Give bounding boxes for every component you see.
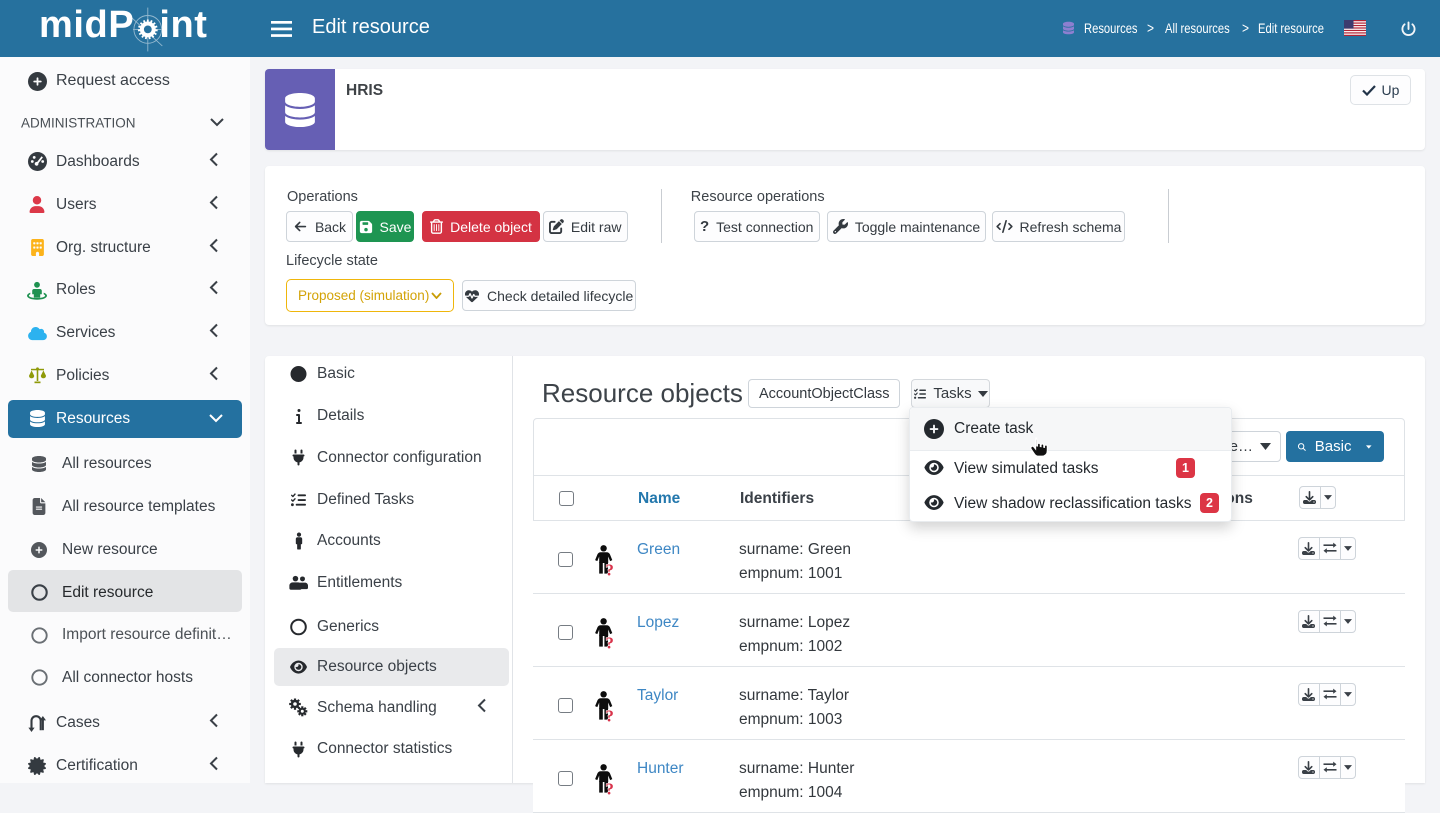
svg-text:?: ? [605,561,614,576]
svg-text:?: ? [605,707,614,722]
svg-text:?: ? [605,780,614,795]
svg-text:?: ? [605,634,614,649]
